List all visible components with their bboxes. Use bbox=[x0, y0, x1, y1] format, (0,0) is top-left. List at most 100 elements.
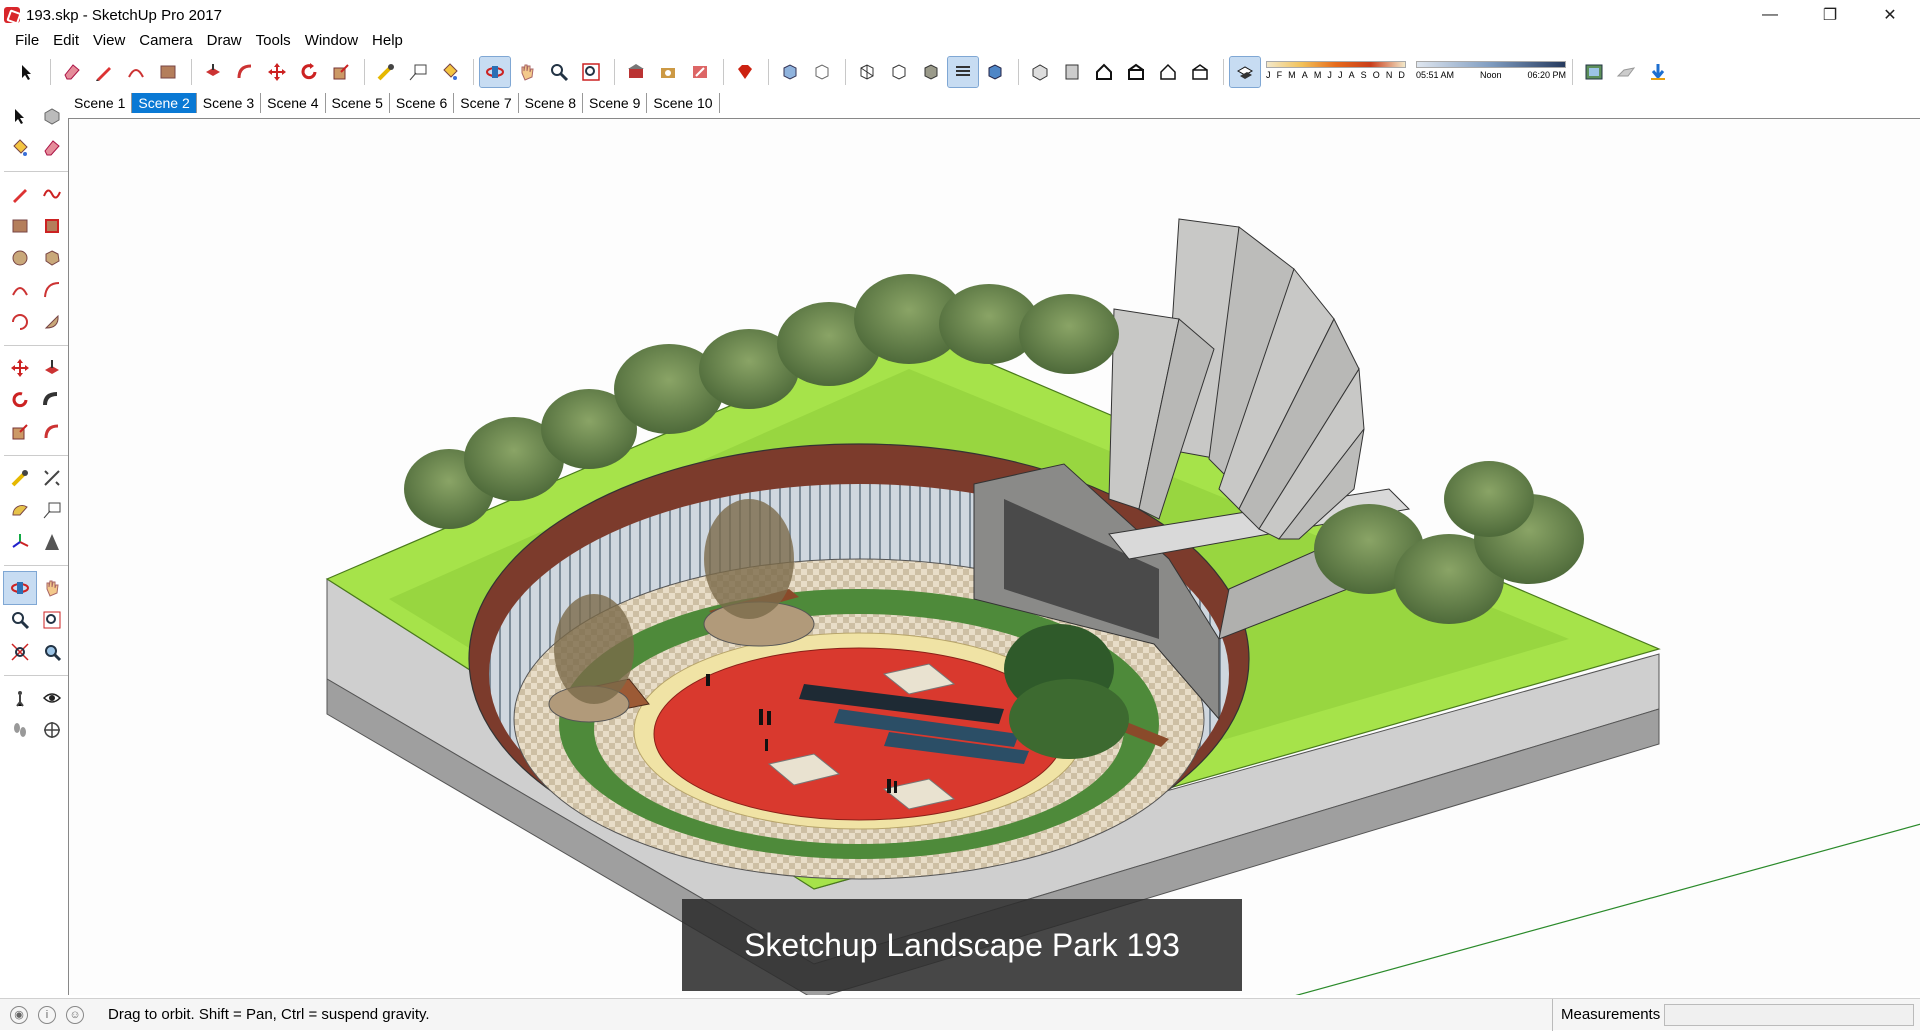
circle-tool[interactable] bbox=[4, 242, 36, 274]
arc-tool[interactable] bbox=[4, 274, 36, 306]
freehand-tool[interactable] bbox=[36, 178, 68, 210]
scale-tool-button[interactable] bbox=[326, 57, 356, 87]
back-edges-button[interactable] bbox=[807, 57, 837, 87]
orbit-tool-button[interactable] bbox=[479, 56, 511, 88]
back-view-button[interactable] bbox=[1153, 57, 1183, 87]
tape-measure-tool[interactable] bbox=[4, 462, 36, 494]
follow-me-tool[interactable] bbox=[36, 384, 68, 416]
photo-textures-button[interactable] bbox=[1643, 57, 1673, 87]
line-tool[interactable] bbox=[4, 178, 36, 210]
left-view-button[interactable] bbox=[1185, 57, 1215, 87]
menu-edit[interactable]: Edit bbox=[46, 30, 86, 52]
scale-tool[interactable] bbox=[4, 416, 36, 448]
look-around-tool[interactable] bbox=[36, 682, 68, 714]
push-pull-tool[interactable] bbox=[36, 352, 68, 384]
paint-bucket-button[interactable] bbox=[435, 57, 465, 87]
rotate-tool-button[interactable] bbox=[294, 57, 324, 87]
move-tool-button[interactable] bbox=[262, 57, 292, 87]
measurements-input[interactable] bbox=[1664, 1004, 1914, 1026]
extension-warehouse-button[interactable] bbox=[730, 57, 760, 87]
pan-tool[interactable] bbox=[36, 572, 68, 604]
tab-scene-6[interactable]: Scene 6 bbox=[390, 93, 455, 113]
hidden-line-style-button[interactable] bbox=[884, 57, 914, 87]
two-point-arc-tool[interactable] bbox=[36, 274, 68, 306]
orbit-tool[interactable] bbox=[3, 571, 37, 605]
xray-style-button[interactable] bbox=[775, 57, 805, 87]
monochrome-style-button[interactable] bbox=[980, 57, 1010, 87]
menu-camera[interactable]: Camera bbox=[132, 30, 199, 52]
wireframe-style-button[interactable] bbox=[852, 57, 882, 87]
front-view-button[interactable] bbox=[1089, 57, 1119, 87]
paint-bucket-tool[interactable] bbox=[4, 132, 36, 164]
protractor-tool[interactable] bbox=[4, 494, 36, 526]
polygon-tool[interactable] bbox=[36, 242, 68, 274]
text-tool[interactable] bbox=[36, 494, 68, 526]
three-point-arc-tool[interactable] bbox=[4, 306, 36, 338]
zoom-tool[interactable] bbox=[4, 604, 36, 636]
offset-tool-button[interactable] bbox=[230, 57, 260, 87]
user-account-icon[interactable]: ☺ bbox=[66, 1005, 84, 1024]
restore-button[interactable]: ❐ bbox=[1800, 0, 1860, 30]
model-viewport[interactable]: Sketchup Landscape Park 193 bbox=[68, 118, 1920, 995]
share-component-button[interactable] bbox=[685, 57, 715, 87]
menu-draw[interactable]: Draw bbox=[200, 30, 249, 52]
rotate-tool[interactable] bbox=[4, 384, 36, 416]
menu-view[interactable]: View bbox=[86, 30, 132, 52]
toggle-terrain-button[interactable] bbox=[1611, 57, 1641, 87]
position-camera-tool[interactable] bbox=[4, 682, 36, 714]
add-location-button[interactable] bbox=[1579, 57, 1609, 87]
rectangle-tool[interactable] bbox=[4, 210, 36, 242]
tab-scene-7[interactable]: Scene 7 bbox=[454, 93, 519, 113]
tab-scene-3[interactable]: Scene 3 bbox=[197, 93, 262, 113]
select-tool[interactable] bbox=[4, 100, 36, 132]
geo-location-icon[interactable]: ◉ bbox=[10, 1005, 28, 1024]
tab-scene-8[interactable]: Scene 8 bbox=[519, 93, 583, 113]
top-view-button[interactable] bbox=[1057, 57, 1087, 87]
tab-scene-2[interactable]: Scene 2 bbox=[132, 93, 197, 113]
tab-scene-9[interactable]: Scene 9 bbox=[583, 93, 648, 113]
display-shadows-button[interactable] bbox=[1229, 56, 1261, 88]
shadow-month-slider[interactable]: J F M A M J J A S O N D bbox=[1266, 61, 1406, 83]
pan-tool-button[interactable] bbox=[512, 57, 542, 87]
eraser-tool-button[interactable] bbox=[57, 57, 87, 87]
push-pull-tool-button[interactable] bbox=[198, 57, 228, 87]
dimension-tool[interactable] bbox=[36, 462, 68, 494]
menu-tools[interactable]: Tools bbox=[249, 30, 298, 52]
eraser-tool[interactable] bbox=[36, 132, 68, 164]
tab-scene-1[interactable]: Scene 1 bbox=[68, 93, 133, 113]
rotated-rectangle-tool[interactable] bbox=[36, 210, 68, 242]
section-plane-tool[interactable] bbox=[36, 714, 68, 746]
minimize-button[interactable]: — bbox=[1740, 0, 1800, 30]
3d-text-tool[interactable] bbox=[36, 526, 68, 558]
tab-scene-10[interactable]: Scene 10 bbox=[647, 93, 720, 113]
axes-tool[interactable] bbox=[4, 526, 36, 558]
select-tool-button[interactable] bbox=[12, 57, 42, 87]
text-tool-button[interactable] bbox=[403, 57, 433, 87]
zoom-extents-button[interactable] bbox=[576, 57, 606, 87]
zoom-extents-tool[interactable] bbox=[4, 636, 36, 668]
move-tool[interactable] bbox=[4, 352, 36, 384]
arc-tool-button[interactable] bbox=[121, 57, 151, 87]
rectangle-tool-button[interactable] bbox=[153, 57, 183, 87]
menu-window[interactable]: Window bbox=[298, 30, 365, 52]
menu-file[interactable]: File bbox=[8, 30, 46, 52]
right-view-button[interactable] bbox=[1121, 57, 1151, 87]
share-model-button[interactable] bbox=[653, 57, 683, 87]
zoom-window-tool[interactable] bbox=[36, 604, 68, 636]
menu-help[interactable]: Help bbox=[365, 30, 410, 52]
iso-view-button[interactable] bbox=[1025, 57, 1055, 87]
warehouse-button[interactable] bbox=[621, 57, 651, 87]
tab-scene-4[interactable]: Scene 4 bbox=[261, 93, 326, 113]
walk-tool[interactable] bbox=[4, 714, 36, 746]
previous-view-tool[interactable] bbox=[36, 636, 68, 668]
tape-measure-button[interactable] bbox=[371, 57, 401, 87]
tab-scene-5[interactable]: Scene 5 bbox=[326, 93, 390, 113]
pie-tool[interactable] bbox=[36, 306, 68, 338]
offset-tool[interactable] bbox=[36, 416, 68, 448]
make-component-tool[interactable] bbox=[36, 100, 68, 132]
textured-style-button[interactable] bbox=[947, 56, 979, 88]
shadow-time-slider[interactable]: 05:51 AM Noon 06:20 PM bbox=[1416, 61, 1566, 83]
shaded-style-button[interactable] bbox=[916, 57, 946, 87]
credits-icon[interactable]: i bbox=[38, 1005, 56, 1024]
close-button[interactable]: ✕ bbox=[1860, 0, 1920, 30]
